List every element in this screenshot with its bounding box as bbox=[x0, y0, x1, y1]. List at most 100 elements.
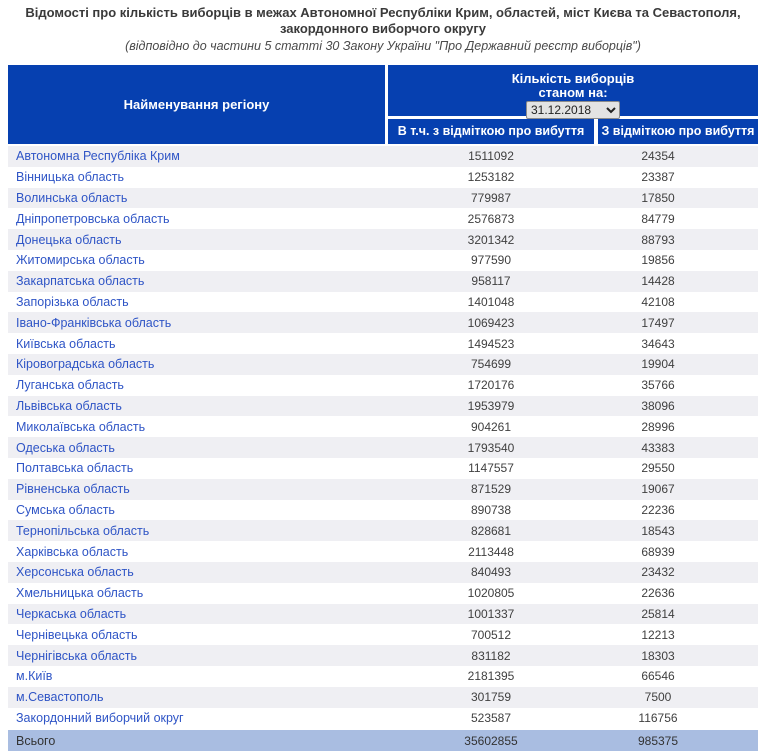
region-cell: Івано-Франківська область bbox=[8, 316, 388, 330]
table-row: Миколаївська область 90426128996 bbox=[8, 416, 758, 437]
departed-cell: 68939 bbox=[594, 545, 758, 559]
region-link[interactable]: м.Київ bbox=[16, 669, 52, 683]
region-link[interactable]: Полтавська область bbox=[16, 461, 133, 475]
departed-cell: 19856 bbox=[594, 253, 758, 267]
departed-cell: 88793 bbox=[594, 233, 758, 247]
table-body: Автономна Республіка Крим151109224354Він… bbox=[8, 146, 758, 728]
region-link[interactable]: Київська область bbox=[16, 337, 115, 351]
region-link[interactable]: Чернівецька область bbox=[16, 628, 138, 642]
table-row: Автономна Республіка Крим151109224354 bbox=[8, 146, 758, 167]
region-link[interactable]: Закарпатська область bbox=[16, 274, 144, 288]
region-link[interactable]: Черкаська область bbox=[16, 607, 126, 621]
departed-cell: 116756 bbox=[594, 711, 758, 725]
departed-cell: 28996 bbox=[594, 420, 758, 434]
region-link[interactable]: Миколаївська область bbox=[16, 420, 145, 434]
table-row: Сумська область89073822236 bbox=[8, 500, 758, 521]
region-link[interactable]: Херсонська область bbox=[16, 565, 134, 579]
departed-cell: 43383 bbox=[594, 441, 758, 455]
table-row: Рівненська область 87152919067 bbox=[8, 479, 758, 500]
region-cell: Тернопільська область bbox=[8, 524, 388, 538]
region-link[interactable]: Рівненська область bbox=[16, 482, 130, 496]
region-link[interactable]: Одеська область bbox=[16, 441, 115, 455]
total-cell: 1793540 bbox=[388, 441, 594, 455]
date-select[interactable]: 31.12.2018 bbox=[526, 101, 620, 119]
region-link[interactable]: Волинська область bbox=[16, 191, 127, 205]
table-row: Хмельницька область102080522636 bbox=[8, 583, 758, 604]
region-link[interactable]: Автономна Республіка Крим bbox=[16, 149, 180, 163]
subheader-row: В т.ч. з відміткою про вибуття З відмітк… bbox=[388, 119, 758, 144]
count-header-line2: станом на: bbox=[388, 86, 758, 100]
departed-cell: 66546 bbox=[594, 669, 758, 683]
total-cell: 840493 bbox=[388, 565, 594, 579]
region-link[interactable]: Вінницька область bbox=[16, 170, 124, 184]
region-link[interactable]: Кіровоградська область bbox=[16, 357, 154, 371]
total-cell: 871529 bbox=[388, 482, 594, 496]
region-link[interactable]: Житомирська область bbox=[16, 253, 145, 267]
departed-cell: 19904 bbox=[594, 357, 758, 371]
total-cell: 1147557 bbox=[388, 461, 594, 475]
departed-cell: 17850 bbox=[594, 191, 758, 205]
region-column-header: Найменування регіону bbox=[8, 65, 385, 144]
col-departed-header: З відміткою про вибуття bbox=[598, 119, 758, 144]
count-header-group: Кількість виборців станом на: 31.12.2018… bbox=[388, 65, 758, 144]
region-cell: м.Севастополь bbox=[8, 690, 388, 704]
table-row: м.Київ 218139566546 bbox=[8, 666, 758, 687]
region-cell: Херсонська область bbox=[8, 565, 388, 579]
total-cell: 1494523 bbox=[388, 337, 594, 351]
total-cell: 1401048 bbox=[388, 295, 594, 309]
region-link[interactable]: Запорізька область bbox=[16, 295, 129, 309]
departed-cell: 23432 bbox=[594, 565, 758, 579]
region-link[interactable]: Сумська область bbox=[16, 503, 115, 517]
region-link[interactable]: Харківська область bbox=[16, 545, 128, 559]
region-cell: Луганська область bbox=[8, 378, 388, 392]
total-cell: 779987 bbox=[388, 191, 594, 205]
total-cell: 1001337 bbox=[388, 607, 594, 621]
region-cell: Вінницька область bbox=[8, 170, 388, 184]
total-cell: 2576873 bbox=[388, 212, 594, 226]
total-cell: 2181395 bbox=[388, 669, 594, 683]
region-cell: Черкаська область bbox=[8, 607, 388, 621]
region-link[interactable]: Чернігівська область bbox=[16, 649, 137, 663]
region-cell: Миколаївська область bbox=[8, 420, 388, 434]
table-row: Закарпатська область95811714428 bbox=[8, 271, 758, 292]
region-link[interactable]: м.Севастополь bbox=[16, 690, 104, 704]
total-cell: 1020805 bbox=[388, 586, 594, 600]
total-cell: 831182 bbox=[388, 649, 594, 663]
region-link[interactable]: Львівська область bbox=[16, 399, 122, 413]
table-row: Одеська область 179354043383 bbox=[8, 437, 758, 458]
total-cell: 2113448 bbox=[388, 545, 594, 559]
region-link[interactable]: Донецька область bbox=[16, 233, 122, 247]
table-row: Луганська область172017635766 bbox=[8, 375, 758, 396]
table-row: Житомирська область97759019856 bbox=[8, 250, 758, 271]
departed-cell: 24354 bbox=[594, 149, 758, 163]
region-link[interactable]: Закордонний виборчий округ bbox=[16, 711, 184, 725]
total-cell: 754699 bbox=[388, 357, 594, 371]
region-link[interactable]: Тернопільська область bbox=[16, 524, 149, 538]
departed-cell: 29550 bbox=[594, 461, 758, 475]
table-row: Вінницька область125318223387 bbox=[8, 167, 758, 188]
region-link[interactable]: Луганська область bbox=[16, 378, 124, 392]
table-row: Тернопільська область82868118543 bbox=[8, 520, 758, 541]
table-row: Харківська область 211344868939 bbox=[8, 541, 758, 562]
page-subtitle: (відповідно до частини 5 статті 30 Закон… bbox=[0, 39, 766, 54]
voters-table: Найменування регіону Кількість виборців … bbox=[8, 65, 758, 751]
departed-cell: 42108 bbox=[594, 295, 758, 309]
departed-cell: 34643 bbox=[594, 337, 758, 351]
region-cell: Закарпатська область bbox=[8, 274, 388, 288]
region-cell: Хмельницька область bbox=[8, 586, 388, 600]
table-header: Найменування регіону Кількість виборців … bbox=[8, 65, 758, 144]
region-cell: Чернігівська область bbox=[8, 649, 388, 663]
total-cell: 828681 bbox=[388, 524, 594, 538]
table-row: Львівська область195397938096 bbox=[8, 396, 758, 417]
table-row: Кіровоградська область 75469919904 bbox=[8, 354, 758, 375]
departed-cell: 19067 bbox=[594, 482, 758, 496]
region-cell: Київська область bbox=[8, 337, 388, 351]
table-row: Київська область 149452334643 bbox=[8, 333, 758, 354]
departed-cell: 14428 bbox=[594, 274, 758, 288]
region-link[interactable]: Хмельницька область bbox=[16, 586, 143, 600]
table-row: Чернігівська область83118218303 bbox=[8, 645, 758, 666]
total-cell: 904261 bbox=[388, 420, 594, 434]
region-link[interactable]: Дніпропетровська область bbox=[16, 212, 169, 226]
region-cell: Кіровоградська область bbox=[8, 357, 388, 371]
region-link[interactable]: Івано-Франківська область bbox=[16, 316, 171, 330]
